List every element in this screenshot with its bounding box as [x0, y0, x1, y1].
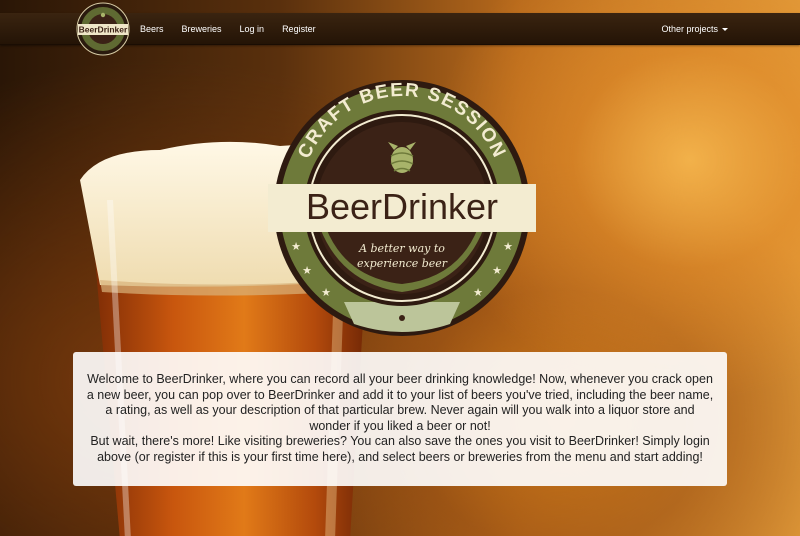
welcome-paragraph-2: But wait, there's more! Like visiting br… — [90, 434, 710, 464]
badge-title: BeerDrinker — [306, 186, 498, 227]
nav-link-breweries[interactable]: Breweries — [182, 24, 222, 34]
welcome-panel: Welcome to BeerDrinker, where you can re… — [73, 352, 727, 486]
other-projects-dropdown[interactable]: Other projects — [661, 13, 728, 45]
nav-link-register[interactable]: Register — [282, 24, 316, 34]
svg-text:★: ★ — [291, 241, 301, 253]
svg-text:★: ★ — [302, 265, 312, 277]
svg-text:★: ★ — [473, 287, 483, 299]
brand-logo[interactable]: BeerDrinker — [76, 2, 130, 56]
nav-links: Beers Breweries Log in Register — [140, 13, 334, 45]
nav-link-login[interactable]: Log in — [240, 24, 265, 34]
svg-text:★: ★ — [492, 265, 502, 277]
badge-tagline-line2: experience beer — [357, 257, 448, 270]
svg-text:★: ★ — [321, 287, 331, 299]
other-projects-label: Other projects — [661, 24, 718, 34]
badge-bottom-dot — [399, 315, 405, 321]
badge-tagline-line1: A better way to — [358, 242, 445, 255]
nav-link-beers[interactable]: Beers — [140, 24, 164, 34]
svg-text:★: ★ — [503, 241, 513, 253]
brand-logo-text: BeerDrinker — [79, 25, 128, 35]
craft-beer-session-badge: CRAFT BEER SESSION BeerDrinker A better … — [268, 80, 536, 336]
caret-down-icon — [722, 27, 728, 31]
welcome-paragraph-1: Welcome to BeerDrinker, where you can re… — [86, 372, 714, 433]
